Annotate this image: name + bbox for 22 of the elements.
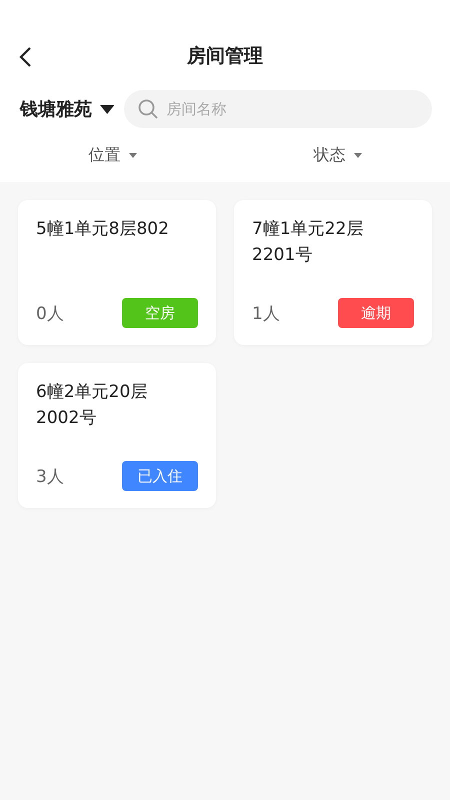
room-card[interactable]: 7幢1单元22层2201号 1人 逾期 [234,200,432,345]
room-name: 6幢2单元20层2002号 [36,381,148,430]
room-name: 7幢1单元22层2201号 [252,218,364,267]
back-icon[interactable] [18,46,32,68]
caret-icon [100,104,114,114]
filter-dropdown[interactable]: 位置 [0,144,225,166]
caret-icon [354,152,362,158]
room-card[interactable]: 5幢1单元8层802 0人 空房 [18,200,216,345]
occupant-count: 3人 [36,466,64,488]
search-icon [138,99,158,119]
status-tag: 已入住 [122,461,198,491]
filter-dropdown[interactable]: 状态 [225,144,450,166]
occupant-count: 1人 [252,302,280,324]
page-title: 房间管理 [187,44,263,69]
caret-icon [128,152,136,158]
room-name: 5幢1单元8层802 [36,218,170,241]
status-tag: 空房 [122,298,198,328]
community-selector[interactable]: 钱塘雅苑 [20,97,114,121]
room-card[interactable]: 6幢2单元20层2002号 3人 已入住 [18,363,216,508]
search-field[interactable]: 房间名称 [124,90,432,128]
occupant-count: 0人 [36,302,64,324]
status-tag: 逾期 [338,298,414,328]
